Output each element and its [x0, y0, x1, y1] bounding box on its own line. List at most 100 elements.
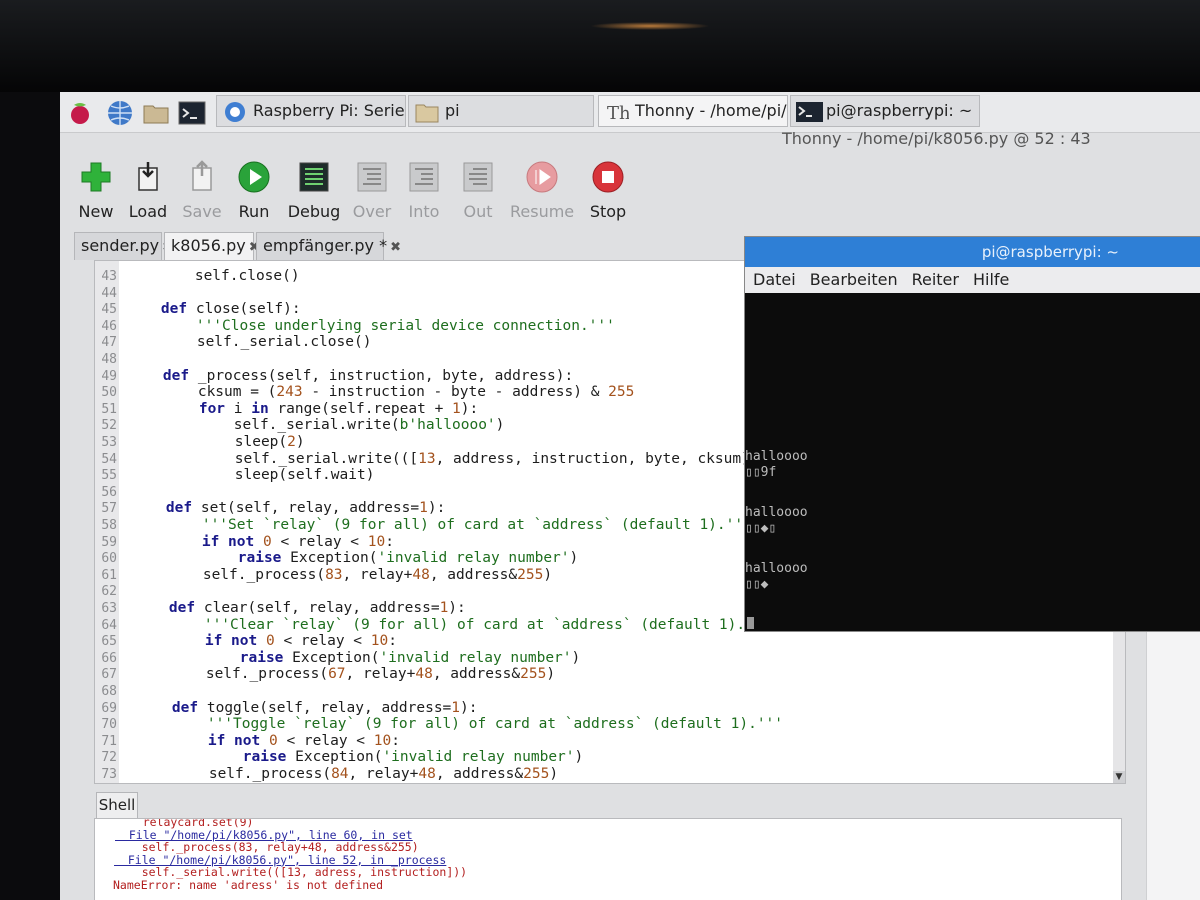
line-number: 52 [101, 418, 117, 434]
debug-button[interactable]: Debug [282, 160, 346, 221]
task-file-manager-label: pi [445, 101, 460, 120]
step-into-icon [409, 162, 439, 192]
line-number: 43 [101, 269, 117, 284]
task-browser-label: Raspberry Pi: Serielle ... [253, 101, 405, 120]
code-line: '''Close underlying serial device connec… [195, 317, 615, 334]
terminal-cursor [747, 617, 754, 629]
step-out-icon [463, 162, 493, 192]
line-number: 70 [101, 717, 117, 733]
terminal-title: pi@raspberrypi: ~ [745, 237, 1200, 267]
web-browser-icon[interactable] [106, 99, 134, 127]
terminal-menubar: Datei Bearbeiten Reiter Hilfe [745, 267, 1200, 293]
load-file-icon [138, 162, 158, 191]
scroll-down-icon[interactable]: ▼ [1113, 771, 1125, 783]
task-thonny[interactable]: Th Thonny - /home/pi/k... [598, 95, 788, 127]
terminal-output-line: halloooo [745, 561, 808, 576]
terminal-icon [796, 101, 823, 122]
task-thonny-label: Thonny - /home/pi/k... [635, 101, 787, 120]
line-number: 45 [101, 302, 117, 318]
line-number: 57 [101, 501, 117, 517]
step-over-icon [357, 162, 387, 192]
code-line: def close(self): [160, 301, 301, 318]
line-number: 64 [101, 617, 117, 633]
run-label: Run [238, 202, 270, 221]
screen: Raspberry Pi: Serielle ... pi Th Thonny -… [60, 92, 1200, 900]
line-number: 67 [101, 667, 117, 683]
code-line: def _process(self, instruction, byte, ad… [162, 367, 574, 384]
code-line: sleep(2) [130, 434, 305, 450]
line-number: 50 [101, 385, 117, 401]
line-number: 55 [101, 468, 117, 484]
shell-output-line: NameError: name 'adress' is not defined [113, 878, 384, 892]
plus-icon [81, 162, 111, 192]
code-line: def clear(self, relay, address=1): [168, 600, 466, 616]
side-panel [1146, 628, 1200, 900]
chromium-icon [225, 101, 245, 122]
line-number: 51 [101, 401, 117, 417]
tab-empfaenger-label: empfänger.py * [263, 236, 388, 255]
code-line: cksum = (243 - instruction - byte - addr… [128, 384, 635, 401]
line-number: 53 [101, 435, 117, 450]
task-terminal[interactable]: pi@raspberrypi: ~ [790, 95, 980, 127]
raspberry-menu-icon[interactable] [66, 99, 94, 127]
code-line: self._process(84, relay+48, address&255) [139, 766, 559, 782]
line-number: 66 [101, 650, 117, 666]
line-number: 73 [101, 767, 117, 782]
line-number: 48 [101, 352, 117, 367]
line-number: 69 [101, 700, 117, 716]
code-line: self._serial.close() [127, 334, 372, 351]
resume-label: Resume [510, 202, 575, 221]
tab-sender[interactable]: sender.py✖ [74, 232, 173, 260]
task-browser[interactable]: Raspberry Pi: Serielle ... [216, 95, 406, 127]
menu-bearbeiten[interactable]: Bearbeiten [810, 270, 898, 289]
shell-tab[interactable]: Shell [96, 792, 138, 819]
code-line: for i in range(self.repeat + 1): [198, 400, 479, 417]
shell-panel[interactable]: relaycard.set(9) File "/home/pi/k8056.py… [94, 818, 1122, 900]
code-line: self._serial.write(b'halloooo') [129, 417, 505, 434]
terminal-window[interactable]: pi@raspberrypi: ~ Datei Bearbeiten Reiter H… [744, 236, 1200, 632]
resume-button[interactable]: Resume [510, 160, 574, 221]
step-out-button[interactable]: Out [446, 160, 510, 221]
tab-empfaenger[interactable]: empfänger.py * ✖ [256, 232, 401, 260]
line-number: 68 [101, 684, 117, 699]
code-line: raise Exception('invalid relay number') [242, 749, 584, 766]
close-icon[interactable]: ✖ [390, 240, 401, 255]
line-number: 61 [101, 567, 117, 583]
line-number: 44 [101, 285, 117, 301]
thonny-icon: Th [607, 103, 629, 123]
line-number: 56 [101, 484, 117, 500]
code-line: '''Toggle `relay` (9 for all) of card at… [206, 716, 784, 733]
stop-button[interactable]: Stop [576, 160, 640, 221]
terminal-launcher-icon[interactable] [178, 99, 206, 127]
code-line: self._process(67, relay+48, address&255) [136, 666, 556, 683]
code-line: '''Clear `relay` (9 for all) of card at … [203, 616, 772, 633]
code-line: if not 0 < relay < 10: [201, 533, 394, 550]
file-manager-icon[interactable] [142, 99, 170, 127]
step-out-label: Out [463, 202, 493, 221]
menu-hilfe[interactable]: Hilfe [973, 270, 1009, 289]
line-number: 71 [101, 733, 117, 749]
tab-sender-label: sender.py [81, 236, 160, 255]
resume-icon [526, 161, 558, 193]
menu-reiter[interactable]: Reiter [912, 270, 959, 289]
save-file-icon [192, 160, 212, 191]
code-line: def toggle(self, relay, address=1): [171, 699, 478, 716]
play-icon [238, 161, 270, 193]
terminal-output-line: ▯▯9f [745, 465, 777, 480]
tab-k8056[interactable]: k8056.py ✖ [164, 232, 260, 260]
thonny-window-title: Thonny - /home/pi/k8056.py @ 52 : 43 [782, 129, 1091, 148]
code-line: if not 0 < relay < 10: [207, 732, 400, 749]
folder-icon [415, 104, 439, 122]
terminal-output-line: ▯▯◆ [745, 577, 769, 592]
code-line: if not 0 < relay < 10: [204, 633, 397, 650]
menu-datei[interactable]: Datei [753, 270, 796, 289]
debug-icon [299, 162, 329, 192]
run-button[interactable]: Run [222, 160, 286, 221]
task-file-manager[interactable]: pi [408, 95, 594, 127]
line-number: 47 [101, 335, 117, 351]
svg-text:Th: Th [607, 103, 629, 123]
tab-k8056-label: k8056.py [171, 236, 246, 255]
stop-label: Stop [589, 202, 627, 221]
debug-label: Debug [287, 202, 341, 221]
terminal-output-line: halloooo [745, 449, 808, 464]
